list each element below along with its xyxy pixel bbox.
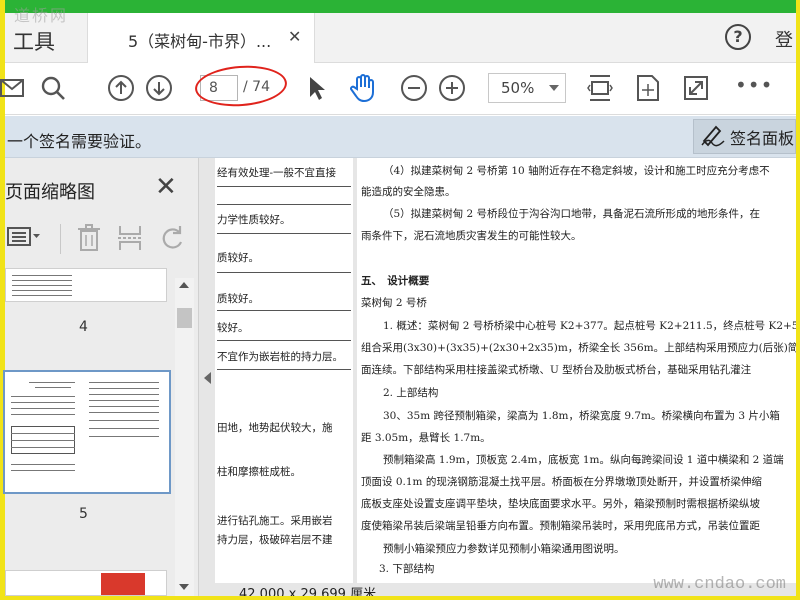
- doc-text-line: 菜树甸 2 号桥: [361, 297, 427, 309]
- signature-panel-button[interactable]: 签名面板: [693, 119, 796, 154]
- window-right-border: [796, 0, 800, 600]
- collapse-panel-icon[interactable]: [204, 372, 211, 384]
- red-annotation-ellipse: [193, 62, 289, 110]
- watermark-top-left: 道桥网: [14, 6, 69, 25]
- watermark-bottom-right: www.cndao.com: [653, 575, 786, 594]
- page-down-icon[interactable]: [144, 73, 174, 103]
- fullscreen-icon[interactable]: [681, 73, 711, 103]
- window-bottom-border: [0, 596, 800, 600]
- thumbnail-page-4[interactable]: [5, 268, 167, 302]
- trash-icon[interactable]: [77, 224, 101, 256]
- page-size-label: 42.000 x 29.699 厘米: [239, 587, 377, 596]
- doc-text-line: 底板支座处设置支座调平垫块，垫块底面要求水平。另外，箱梁预制时需根据桥梁纵坡: [361, 498, 760, 510]
- signature-panel-label: 签名面板: [730, 128, 795, 148]
- doc-text-line: 经有效处理-一般不宜直接: [217, 167, 337, 179]
- select-arrow-icon[interactable]: [302, 73, 332, 103]
- doc-text-line: 30、35m 跨径预制箱梁，梁高为 1.8m，桥梁宽度 9.7m。桥梁横向布置为…: [383, 410, 780, 422]
- doc-text-line: 质较好。: [217, 293, 259, 305]
- chevron-down-icon[interactable]: [549, 85, 559, 91]
- help-icon[interactable]: ?: [725, 24, 751, 50]
- doc-text-line: 距 3.05m，悬臂长 1.7m。: [361, 432, 491, 444]
- extract-pages-icon[interactable]: [117, 224, 143, 256]
- doc-text-line: 预制小箱梁预应力参数详见预制小箱梁通用图说明。: [383, 543, 625, 555]
- doc-text-line: 持力层，极破碎岩层不建: [217, 534, 333, 546]
- thumbnails-scrollbar-thumb[interactable]: [177, 308, 192, 328]
- doc-text-line: 面连续。下部结构采用柱接盖梁式桥墩、U 型桥台及肋板式桥台，基础采用钻孔灌注: [361, 364, 752, 376]
- doc-text-line: 质较好。: [217, 252, 259, 264]
- toolbar-divider: [60, 224, 61, 254]
- doc-text-line: 度使箱梁吊装后梁端呈铅垂方向布置。预制箱梁吊装时，采用兜底吊方式，吊装位置距: [361, 520, 760, 532]
- document-page-right: （4）拟建菜树甸 2 号桥第 10 轴附近存在不稳定斜坡，设计和施工时应充分考虑…: [357, 158, 796, 583]
- sign-in-button[interactable]: 登: [775, 26, 793, 52]
- doc-text-line: 能造成的安全隐患。: [361, 186, 456, 198]
- thumbnail-page-number: 5: [79, 506, 88, 522]
- thumbnails-toolbar: [5, 220, 199, 258]
- close-tab-icon[interactable]: ✕: [288, 27, 301, 46]
- doc-text-line: 顶面设 0.1m 的现浇钢筋混凝土找平层。桥面板在分界墩墩顶处断开，并设置桥梁伸…: [361, 476, 762, 488]
- signature-banner: 一个签名需要验证。 签名面板: [5, 116, 796, 158]
- search-icon[interactable]: [38, 73, 68, 103]
- doc-text-line: 组合采用(3x30)+(3x35)+(2x30+2x35)m，桥梁全长 356m…: [361, 342, 796, 354]
- tab-bar: 工具 5（菜树甸-市界）... ✕ ? 登: [5, 13, 796, 63]
- doc-text-line: 雨条件下，泥石流地质灾害发生的可能性较大。: [361, 230, 582, 242]
- more-icon[interactable]: •••: [735, 73, 773, 97]
- pen-icon: [700, 123, 726, 151]
- document-page-left: 经有效处理-一般不宜直接 力学性质较好。 质较好。 质较好。 较好。 不宜作为嵌…: [215, 158, 353, 583]
- thumbnail-page-5[interactable]: [3, 370, 171, 494]
- doc-text-line: 1. 概述：菜树甸 2 号桥桥梁中心桩号 K2+377。起点桩号 K2+211.…: [383, 320, 796, 332]
- doc-text-line: 进行钻孔施工。采用嵌岩: [217, 515, 333, 527]
- hand-icon[interactable]: [348, 73, 378, 103]
- doc-text-line: 柱和摩擦桩成桩。: [217, 466, 301, 478]
- section-heading: 五、 设计概要: [361, 275, 430, 287]
- main-toolbar: 8 / 74 50% •••: [0, 62, 796, 115]
- document-tab-title: 5（菜树甸-市界）...: [128, 32, 272, 51]
- thumbnails-panel: 页面缩略图 ✕ 4 5: [3, 158, 199, 596]
- tools-tab[interactable]: 工具: [13, 26, 55, 56]
- close-icon[interactable]: ✕: [155, 172, 177, 202]
- page-up-icon[interactable]: [106, 73, 136, 103]
- thumbnails-title: 页面缩略图: [5, 182, 95, 203]
- doc-text-line: 3. 下部结构: [379, 563, 435, 575]
- doc-text-line: 不宜作为嵌岩桩的持力层。: [217, 351, 343, 363]
- document-viewer: 经有效处理-一般不宜直接 力学性质较好。 质较好。 质较好。 较好。 不宜作为嵌…: [199, 158, 796, 596]
- envelope-icon[interactable]: [0, 73, 27, 103]
- fit-width-icon[interactable]: [633, 73, 663, 103]
- scroll-up-icon[interactable]: [179, 282, 189, 288]
- window-top-border: [0, 0, 800, 13]
- thumbnail-options-icon[interactable]: [7, 226, 41, 252]
- doc-text-line: 力学性质较好。: [217, 214, 291, 226]
- thumbnail-page-number: 4: [79, 319, 88, 335]
- doc-text-line: 预制箱梁高 1.9m，顶板宽 2.4m，底板宽 1m。纵向每跨梁间设 1 道中横…: [383, 454, 784, 466]
- doc-text-line: （4）拟建菜树甸 2 号桥第 10 轴附近存在不稳定斜坡，设计和施工时应充分考虑…: [383, 165, 770, 177]
- doc-text-line: 较好。: [217, 322, 249, 334]
- scroll-down-icon[interactable]: [179, 584, 189, 590]
- thumbnail-page-6[interactable]: [5, 570, 167, 596]
- doc-text-line: （5）拟建菜树甸 2 号桥段位于沟谷沟口地带，具备泥石流所形成的地形条件，在: [383, 208, 761, 220]
- zoom-in-icon[interactable]: [437, 73, 467, 103]
- fit-page-icon[interactable]: [585, 73, 615, 103]
- signature-message: 一个签名需要验证。: [7, 132, 152, 151]
- doc-text-line: 田地，地势起伏较大，施: [217, 422, 333, 434]
- doc-text-line: 2. 上部结构: [383, 387, 439, 399]
- zoom-out-icon[interactable]: [399, 73, 429, 103]
- rotate-icon[interactable]: [159, 224, 187, 256]
- document-tab[interactable]: 5（菜树甸-市界）... ✕: [87, 13, 315, 63]
